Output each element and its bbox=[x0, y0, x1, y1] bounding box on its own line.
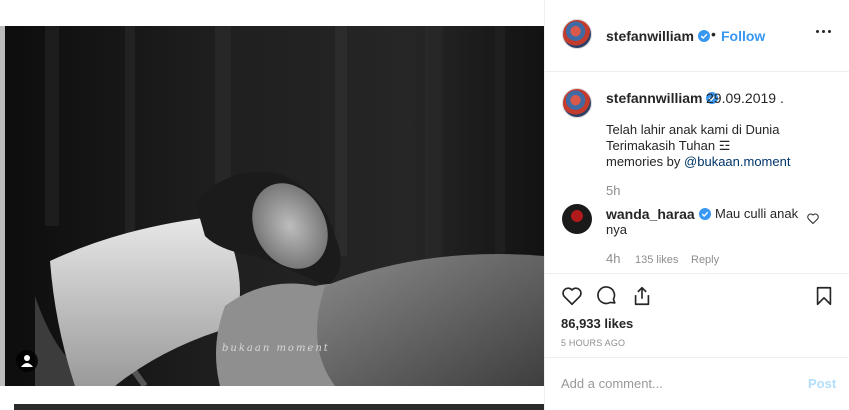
author-avatar[interactable] bbox=[562, 19, 592, 49]
caption-username[interactable]: stefannwilliam bbox=[606, 90, 719, 106]
share-icon[interactable] bbox=[631, 285, 653, 307]
comment-icon[interactable] bbox=[596, 285, 618, 307]
media-top-strip bbox=[0, 0, 544, 26]
comment-text-cont: nya bbox=[606, 222, 627, 237]
caption-text: Telah lahir anak kami di Dunia Terimakas… bbox=[606, 122, 791, 169]
bookmark-icon[interactable] bbox=[813, 285, 835, 307]
comment-text: Mau culli anak bbox=[715, 206, 799, 221]
commenter-avatar[interactable] bbox=[562, 204, 592, 234]
verified-icon bbox=[697, 30, 710, 42]
mention-link[interactable]: @bukaan.moment bbox=[684, 154, 790, 169]
comment-likes[interactable]: 135 likes bbox=[635, 254, 678, 266]
reply-button[interactable]: Reply bbox=[691, 254, 719, 266]
verified-icon bbox=[698, 208, 711, 220]
more-options-icon[interactable] bbox=[816, 30, 832, 36]
media-bottom-strip bbox=[0, 386, 544, 410]
comment-input[interactable]: Add a comment... bbox=[561, 376, 791, 391]
comment-time[interactable]: 4h bbox=[606, 251, 620, 266]
photo-watermark: bukaan moment bbox=[222, 343, 330, 354]
post-side-panel: stefanwilliam • Follow stefannwilliam 29… bbox=[544, 0, 849, 410]
instagram-post-frame: bukaan moment stefanwilliam • Follow ste… bbox=[0, 0, 849, 410]
hospital-bed-photo bbox=[5, 26, 544, 386]
caption-date: 29.09.2019 . bbox=[706, 90, 784, 106]
commenter-username[interactable]: wanda_haraa bbox=[606, 206, 711, 222]
heart-icon[interactable] bbox=[561, 285, 583, 307]
comment-like-heart-icon[interactable] bbox=[807, 213, 819, 224]
separator-dot: • bbox=[711, 26, 716, 42]
post-photo[interactable] bbox=[5, 26, 544, 386]
follow-button[interactable]: Follow bbox=[721, 28, 765, 44]
caption-author-avatar[interactable] bbox=[562, 88, 592, 118]
post-timestamp[interactable]: 5 HOURS AGO bbox=[561, 338, 625, 348]
post-header: stefanwilliam • Follow bbox=[545, 0, 849, 72]
post-media: bukaan moment bbox=[0, 0, 544, 410]
caption-time[interactable]: 5h bbox=[606, 183, 620, 198]
user-tag-icon[interactable] bbox=[16, 350, 38, 372]
post-comment-button[interactable]: Post bbox=[808, 376, 836, 391]
likes-count[interactable]: 86,933 likes bbox=[561, 316, 633, 331]
author-username[interactable]: stefanwilliam bbox=[606, 28, 710, 44]
post-actions: 86,933 likes 5 HOURS AGO bbox=[545, 273, 849, 358]
add-comment-bar: Add a comment... Post bbox=[545, 357, 849, 410]
comments-area: stefannwilliam 29.09.2019 . Telah lahir … bbox=[545, 73, 849, 273]
